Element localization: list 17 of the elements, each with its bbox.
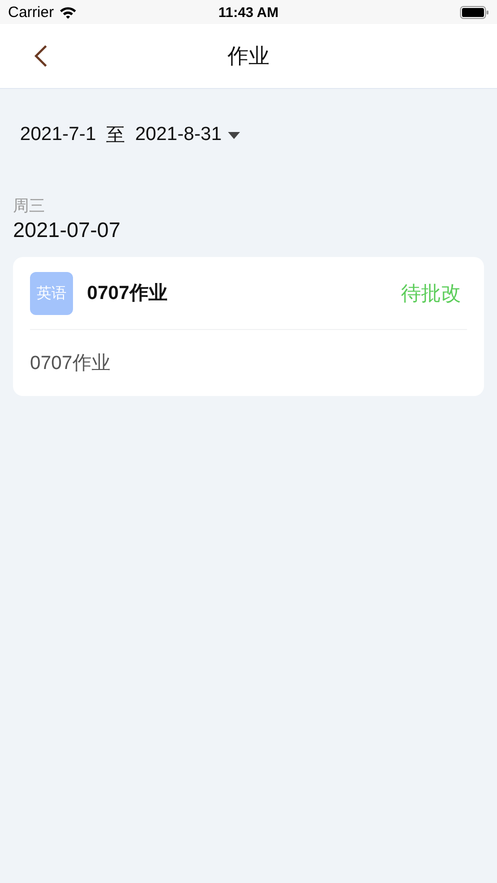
weekday-label: 周三 <box>13 197 46 217</box>
battery-icon <box>460 6 489 18</box>
start-date[interactable]: 2021-7-1 <box>20 124 96 146</box>
end-date[interactable]: 2021-8-31 <box>135 124 222 146</box>
clock-time: 11:43 AM <box>218 4 279 20</box>
homework-status: 待批改 <box>401 282 461 306</box>
wifi-icon <box>58 6 77 18</box>
carrier-label: Carrier <box>8 4 54 20</box>
subject-badge: 英语 <box>30 272 73 314</box>
range-separator: 至 <box>106 124 126 148</box>
dropdown-icon[interactable] <box>228 132 240 138</box>
homework-content: 0707作业 <box>30 352 112 376</box>
page-title: 作业 <box>228 44 270 70</box>
day-date: 2021-07-07 <box>13 219 122 243</box>
homework-card[interactable]: 英语 0707作业 待批改 0707作业 <box>13 257 484 396</box>
back-icon[interactable] <box>34 44 48 68</box>
homework-title: 0707作业 <box>87 282 168 306</box>
